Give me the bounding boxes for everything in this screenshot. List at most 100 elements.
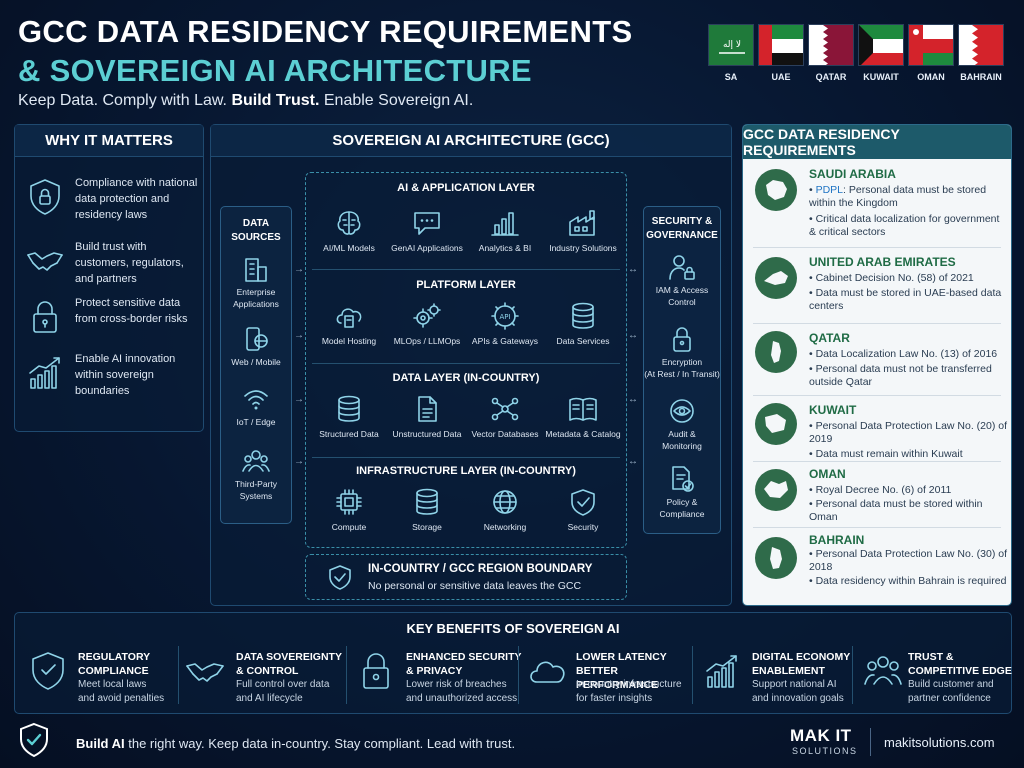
benefit-divider (692, 646, 693, 704)
layer-item-label: Unstructured Data (392, 429, 462, 439)
region-boundary-box: IN-COUNTRY / GCC REGION BOUNDARY No pers… (305, 554, 627, 600)
bahrain-map-icon (755, 537, 797, 579)
detail-text: Data must be stored in UAE-based data ce… (809, 287, 1002, 312)
layer-item: Vector Databases (465, 394, 545, 439)
page-subtitle: Keep Data. Comply with Law. Build Trust.… (18, 92, 473, 110)
api-text: API (499, 313, 510, 321)
pdpl-link[interactable]: PDPL (816, 184, 843, 196)
arrow-both-icon: ↔ (628, 330, 638, 341)
layer-title-platform: PLATFORM LAYER (416, 279, 516, 291)
benefit-title-line: DATA SOVEREIGNTY (236, 651, 342, 663)
brand-logo-sub: SOLUTIONS (792, 746, 858, 756)
divider (753, 527, 1001, 528)
layer-item: Industry Solutions (543, 208, 623, 253)
page-title: GCC DATA RESIDENCY REQUIREMENTS (18, 14, 633, 49)
layer-item: Metadata & Catalog (543, 394, 623, 439)
layer-item-label: Compute (331, 522, 367, 532)
why-it-matters-panel: WHY IT MATTERS Compliance with national … (14, 124, 204, 432)
country-detail: • PDPL: Personal data must be stored wit… (809, 184, 987, 209)
boundary-subtitle: No personal or sensitive data leaves the… (368, 580, 582, 592)
divider (753, 323, 1001, 324)
requirements-title: GCC DATA RESIDENCY REQUIREMENTS (743, 125, 1011, 159)
benefit-desc-line: for faster insights (576, 693, 653, 704)
label-line: Systems (239, 491, 273, 501)
security-title-line: SECURITY & (651, 216, 713, 227)
benefit-title: TRUST & COMPETITIVE EDGE (908, 650, 1024, 678)
data-source-label: IoT / Edge (236, 417, 276, 427)
boundary-title: IN-COUNTRY / GCC REGION BOUNDARY (368, 563, 593, 575)
security-label: IAM & Access Control (644, 284, 720, 308)
data-sources-title: DATA SOURCES (221, 217, 291, 245)
layer-item-label: Metadata & Catalog (545, 429, 621, 439)
padlock-icon (363, 653, 389, 689)
layer-item-label: Storage (412, 522, 442, 532)
country-detail: • Data residency within Bahrain is requi… (809, 575, 1007, 587)
qatar-flag-icon (808, 24, 854, 66)
saudi-flag-icon: ﻻ إله (708, 24, 754, 66)
layer-item: MLOps / LLMOps (387, 301, 467, 346)
benefit-desc-line: Full control over data (236, 679, 330, 690)
shield-check-icon (571, 489, 595, 516)
detail-text: Cabinet Decision No. (58) of 2021 (815, 272, 974, 284)
why-item: Protect sensitive data from cross-border… (15, 295, 203, 355)
why-item: Build trust with customers, regulators, … (15, 239, 203, 299)
benefit-desc-line: and unauthorized access (406, 693, 518, 704)
wifi-icon (244, 390, 268, 410)
architecture-title: SOVEREIGN AI ARCHITECTURE (GCC) (211, 125, 731, 157)
shield-icon (32, 652, 64, 690)
why-item: Enable AI innovation within sovereign bo… (15, 351, 203, 411)
data-source-item: Enterprise Applications (221, 255, 291, 310)
bahrain-flag-icon (958, 24, 1004, 66)
country-detail: • Personal Data Protection Law No. (20) … (809, 420, 1008, 445)
layer-item-label: Data Services (556, 336, 610, 346)
layer-item-label: AI/ML Models (323, 243, 375, 253)
security-label: Encryption (At Rest / In Transit) (644, 356, 720, 380)
benefit-desc: Support national AI and innovation goals (752, 678, 877, 706)
growth-chart-icon (706, 655, 737, 688)
arrow-right-icon: → (294, 394, 304, 405)
security-item: Audit & Monitoring (644, 397, 720, 452)
why-it-matters-title: WHY IT MATTERS (15, 125, 203, 157)
arrow-right-icon: → (294, 456, 304, 467)
country-name: SAUDI ARABIA (809, 167, 896, 181)
detail-text: Data must remain within Kuwait (815, 448, 963, 460)
layer-item: Storage (387, 487, 467, 532)
country-detail: • Cabinet Decision No. (58) of 2021 (809, 272, 974, 284)
security-label: Audit & Monitoring (644, 428, 720, 452)
label-line: Third-Party (234, 479, 278, 489)
benefit-title: DATA SOVEREIGNTY & CONTROL (236, 650, 356, 678)
website-link[interactable]: makitsolutions.com (884, 735, 995, 750)
benefit-title-line: COMPETITIVE EDGE (908, 665, 1012, 677)
flag-label-oman: OMAN (917, 72, 945, 82)
benefit-item: REGULATORY COMPLIANCE Meet local laws and … (28, 650, 178, 706)
flag-label-uae: UAE (771, 72, 791, 82)
requirements-panel: GCC DATA RESIDENCY REQUIREMENTS SAUDI AR… (742, 124, 1012, 606)
layer-item: Unstructured Data (387, 394, 467, 439)
benefit-desc-line: and AI lifecycle (236, 693, 303, 704)
database-icon (338, 395, 360, 422)
benefit-desc: Build customer and partner confidence (908, 678, 1008, 706)
label-line: (At Rest / In Transit) (644, 369, 720, 379)
country-name: OMAN (809, 467, 846, 481)
factory-icon (569, 210, 595, 236)
uae-map-icon (755, 257, 797, 299)
country-name: QATAR (809, 331, 850, 345)
benefit-desc-line: Build customer and (908, 679, 994, 690)
subtitle-part: Enable Sovereign AI. (319, 92, 474, 109)
people-icon (864, 656, 902, 685)
layer-item-label: Security (567, 522, 599, 532)
globe-icon (493, 490, 517, 514)
cpu-chip-icon (336, 489, 362, 515)
qatar-map-icon (755, 331, 797, 373)
layer-item: Structured Data (309, 394, 389, 439)
data-source-item: Web / Mobile (221, 325, 291, 368)
layer-item-label: Analytics & BI (478, 243, 532, 253)
network-nodes-icon (491, 397, 519, 421)
bar-chart-icon (491, 212, 519, 236)
storage-icon (416, 488, 438, 515)
layer-item: Data Services (543, 301, 623, 346)
layer-item-label: Model Hosting (321, 336, 377, 346)
layer-item-label: Industry Solutions (549, 243, 617, 253)
layer-item-label: APIs & Gateways (471, 336, 539, 346)
country-name: KUWAIT (809, 403, 857, 417)
